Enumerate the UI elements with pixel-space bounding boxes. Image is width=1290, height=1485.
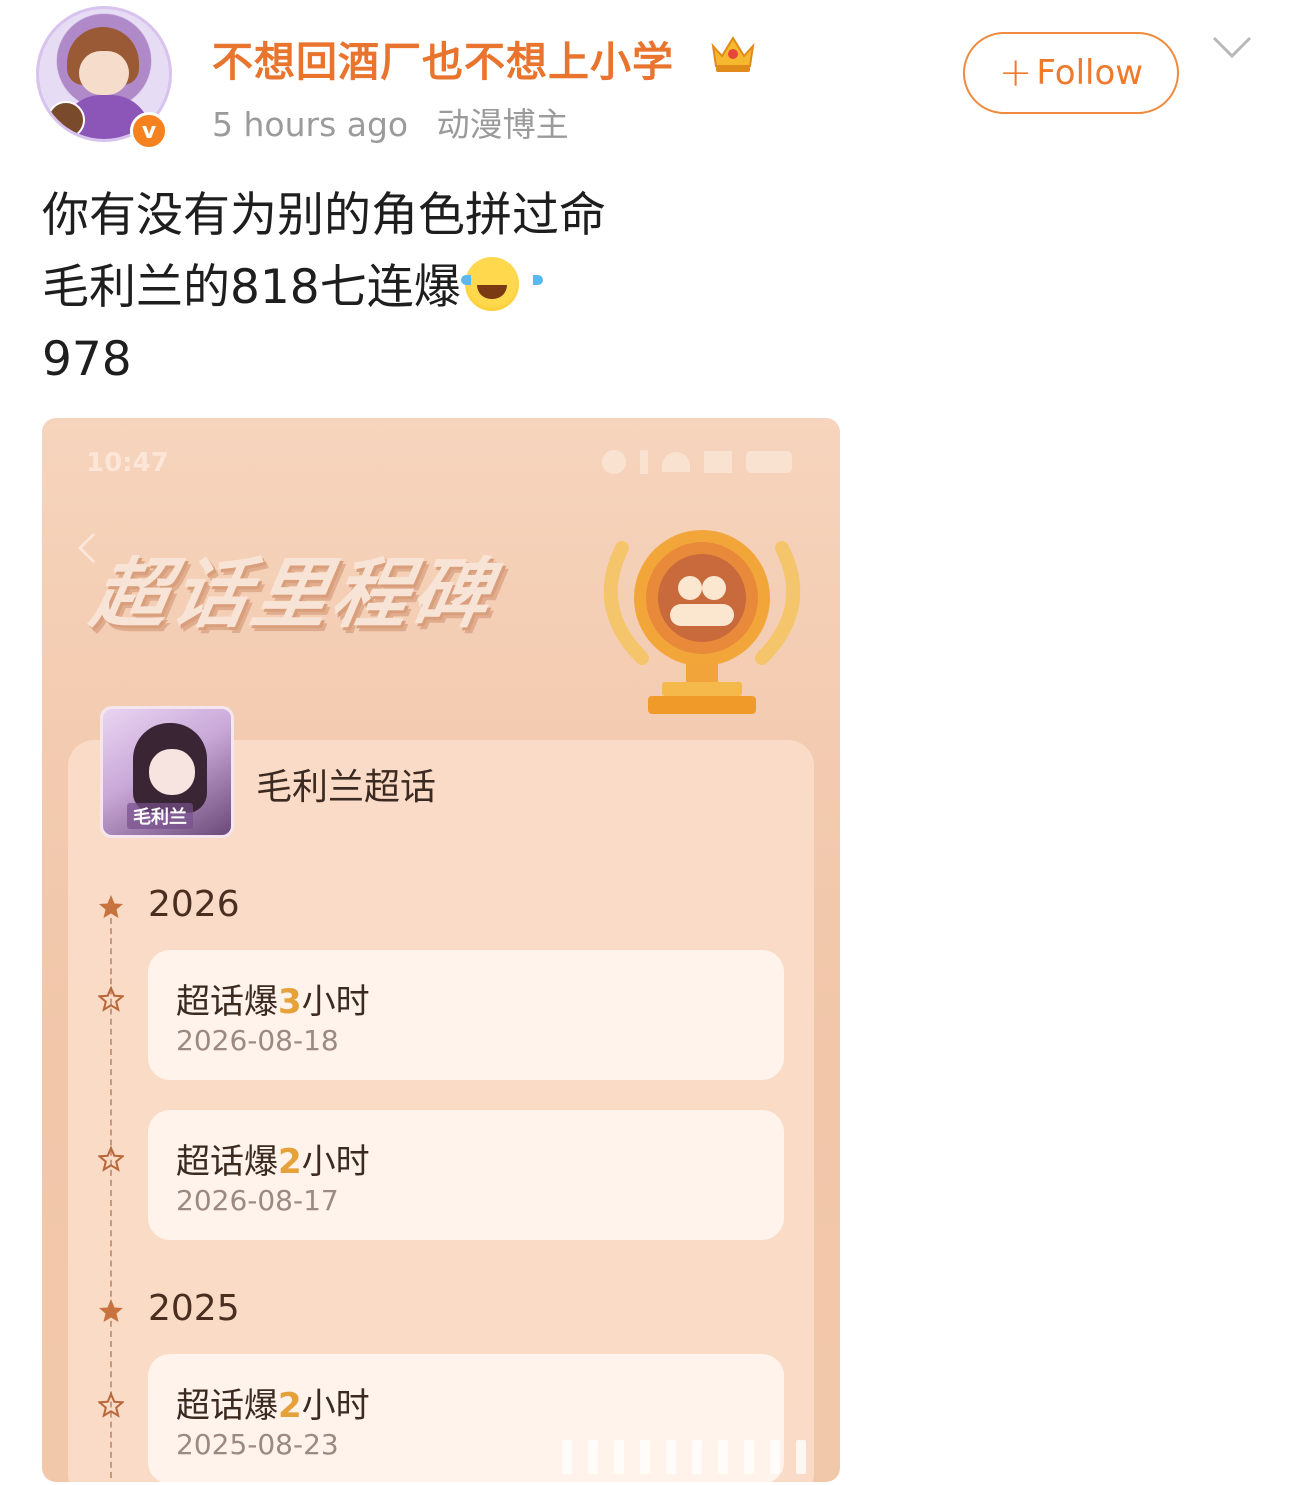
milestone-date: 2025-08-23 xyxy=(176,1428,339,1461)
indicator-bar xyxy=(770,1440,780,1474)
indicator-bar xyxy=(562,1440,572,1474)
post-line-2-text: 毛利兰的818七连爆 xyxy=(42,260,461,315)
plus-icon: + xyxy=(998,50,1033,96)
milestone-star-icon xyxy=(98,986,124,1012)
post-timestamp: 5 hours ago xyxy=(212,105,409,144)
milestone-star-icon xyxy=(98,1392,124,1418)
status-icons xyxy=(602,450,792,474)
milestone-date: 2026-08-17 xyxy=(176,1184,339,1217)
trophy-icon xyxy=(603,530,801,714)
year-star-icon xyxy=(99,1299,123,1322)
milestone-card[interactable]: 超话爆3小时 2026-08-18 xyxy=(148,950,784,1080)
username[interactable]: 不想回酒厂也不想上小学 xyxy=(212,28,674,88)
indicator-bar xyxy=(692,1440,702,1474)
post-meta: 5 hours ago 动漫博主 xyxy=(212,98,587,146)
laughing-emoji-icon xyxy=(460,257,543,311)
banner-title: 超话里程碑 xyxy=(85,549,501,638)
year-star-icon xyxy=(99,895,123,918)
topic-avatar-face xyxy=(149,749,195,795)
milestone-date: 2026-08-18 xyxy=(176,1024,339,1057)
crown-icon xyxy=(711,36,755,72)
milestone-title-prefix: 超话爆 xyxy=(176,982,278,1022)
bluetooth-icon xyxy=(640,450,648,474)
avatar-face xyxy=(79,51,129,95)
post-image[interactable]: 10:47 超话里程碑 毛利兰 毛利兰超话 2026 超话爆3小时 2026-0… xyxy=(42,418,840,1482)
follow-label: Follow xyxy=(1036,53,1144,93)
follow-button[interactable]: + Follow xyxy=(963,32,1179,114)
user-tag: 动漫博主 xyxy=(436,105,569,144)
indicator-bar xyxy=(588,1440,598,1474)
year-label: 2026 xyxy=(148,884,240,925)
year-label: 2025 xyxy=(148,1288,240,1329)
milestone-hours: 3 xyxy=(278,982,302,1022)
alarm-icon xyxy=(602,450,626,474)
avatar-mini-figure xyxy=(47,101,85,139)
indicator-bar xyxy=(744,1440,754,1474)
milestone-card[interactable]: 超话爆2小时 2026-08-17 xyxy=(148,1110,784,1240)
indicator-bar xyxy=(796,1440,806,1474)
milestone-title-suffix: 小时 xyxy=(301,1142,370,1182)
indicator-bar xyxy=(614,1440,624,1474)
indicator-bar xyxy=(718,1440,728,1474)
topic-avatar[interactable]: 毛利兰 xyxy=(100,706,234,838)
milestone-hours: 2 xyxy=(278,1142,302,1182)
battery-icon xyxy=(746,451,792,473)
signal-icon xyxy=(704,451,732,473)
milestone-title-prefix: 超话爆 xyxy=(176,1386,278,1426)
image-more-indicator xyxy=(562,1440,806,1474)
verified-badge-icon: v xyxy=(130,112,168,150)
milestone-title-prefix: 超话爆 xyxy=(176,1142,278,1182)
milestone-star-icon xyxy=(98,1146,124,1172)
topic-name[interactable]: 毛利兰超话 xyxy=(256,758,436,810)
milestone-title-suffix: 小时 xyxy=(301,1386,370,1426)
wifi-icon xyxy=(662,452,690,472)
post-line-3: 978 xyxy=(42,332,132,387)
milestone-title-suffix: 小时 xyxy=(301,982,370,1022)
milestone-title: 超话爆2小时 xyxy=(176,1134,370,1183)
post-line-1: 你有没有为别的角色拼过命 xyxy=(42,188,606,243)
chevron-down-icon[interactable] xyxy=(1210,30,1254,62)
milestone-title: 超话爆3小时 xyxy=(176,974,370,1023)
indicator-bar xyxy=(640,1440,650,1474)
milestone-hours: 2 xyxy=(278,1386,302,1426)
status-time: 10:47 xyxy=(86,448,169,478)
indicator-bar xyxy=(666,1440,676,1474)
topic-avatar-label: 毛利兰 xyxy=(127,803,193,829)
milestone-title: 超话爆2小时 xyxy=(176,1378,370,1427)
post-text: 你有没有为别的角色拼过命 毛利兰的818七连爆 978 xyxy=(42,180,606,396)
post-line-2: 毛利兰的818七连爆 xyxy=(42,252,606,324)
